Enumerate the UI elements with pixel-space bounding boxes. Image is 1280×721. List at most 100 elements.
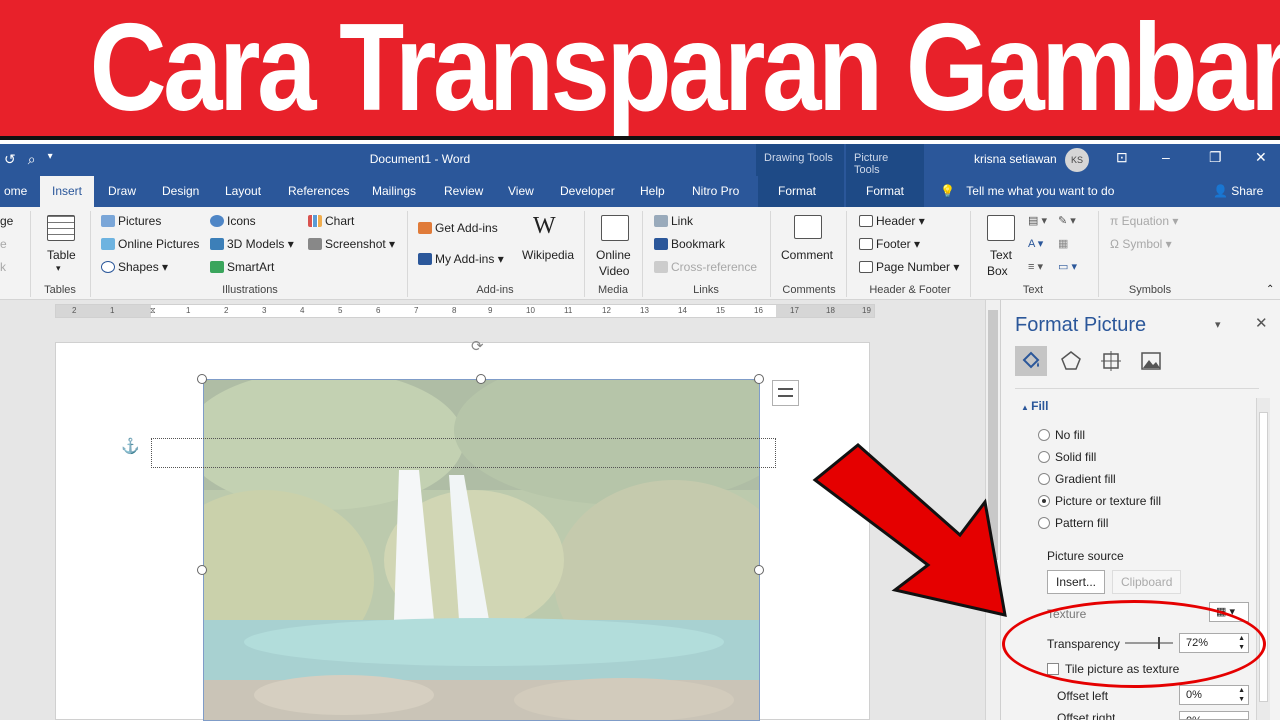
3d-models-button[interactable]: 3D Models ▾ [210,237,294,251]
signature-line-icon[interactable]: ✎ ▾ [1058,214,1076,227]
collapse-ribbon-icon[interactable]: ⌃ [1266,284,1274,295]
radio-no-fill[interactable]: No fill [1038,428,1085,442]
tab-view[interactable]: View [504,176,538,207]
effects-tab[interactable] [1055,346,1087,376]
waterfall-picture[interactable] [203,379,760,721]
online-video-button-line1[interactable]: Online [596,248,631,262]
table-button[interactable]: Table [47,248,76,262]
spinner-arrows-icon[interactable]: ▲ ▼ [1238,686,1245,704]
text-box-button-line2[interactable]: Box [987,264,1008,278]
radio-picture-texture-fill[interactable]: Picture or texture fill [1038,494,1161,508]
radio-button[interactable] [1038,473,1050,485]
text-box[interactable] [151,438,776,468]
offset-left-value[interactable]: 0% [1186,689,1202,701]
drop-cap-icon[interactable]: ≡ ▾ [1028,260,1043,273]
get-addins-button[interactable]: Get Add-ins [418,221,498,235]
tab-layout[interactable]: Layout [221,176,265,207]
date-time-icon[interactable]: ▦ [1058,237,1068,250]
resize-handle-top-right[interactable] [754,374,764,384]
offset-left-spinner[interactable]: 0% ▲ ▼ [1179,685,1249,705]
ribbon-cut-item-1[interactable]: ge [0,214,13,228]
radio-pattern-fill[interactable]: Pattern fill [1038,516,1108,530]
tab-review[interactable]: Review [440,176,487,207]
resize-handle-top[interactable] [476,374,486,384]
online-video-button-line2[interactable]: Video [599,264,629,278]
resize-handle-top-left[interactable] [197,374,207,384]
pane-options-chevron-icon[interactable]: ▾ [1215,318,1221,331]
smartart-button[interactable]: SmartArt [210,260,274,274]
fill-section-header[interactable]: ▲ Fill [1021,399,1048,413]
text-box-button-line1[interactable]: Text [990,248,1012,262]
share-button[interactable]: 👤 Share [1213,176,1263,207]
cross-reference-button[interactable]: Cross-reference [654,260,757,274]
resize-handle-right[interactable] [754,565,764,575]
link-label: Link [671,214,694,228]
tab-picture-format[interactable]: Format [846,176,924,207]
clipboard-button[interactable]: Clipboard [1112,570,1182,594]
close-icon[interactable]: ✕ [1255,149,1267,166]
pane-scrollbar-thumb[interactable] [1259,412,1268,702]
footer-button[interactable]: Footer ▾ [859,237,920,251]
screenshot-button[interactable]: Screenshot ▾ [308,237,395,251]
tab-developer[interactable]: Developer [556,176,619,207]
ribbon-display-options-icon[interactable]: ⊡ [1116,149,1128,166]
ruler-indent-marker[interactable]: ⧖ [150,306,156,316]
size-properties-tab[interactable] [1095,346,1127,376]
radio-button-selected[interactable] [1038,495,1050,507]
insert-picture-button[interactable]: Insert... [1047,570,1106,594]
page-number-button[interactable]: Page Number ▾ [859,260,959,274]
tab-mailings[interactable]: Mailings [368,176,420,207]
picture-tab[interactable] [1135,346,1167,376]
fill-line-tab[interactable] [1015,346,1047,376]
tab-insert[interactable]: Insert [40,176,95,207]
pictures-button[interactable]: Pictures [101,214,161,228]
radio-gradient-fill[interactable]: Gradient fill [1038,472,1116,486]
link-button[interactable]: Link [654,214,693,228]
symbol-button[interactable]: Ω Symbol ▾ [1110,237,1172,251]
horizontal-ruler[interactable]: 2 1 ⧖ 1 2 3 4 5 6 7 8 9 10 11 12 13 14 1… [55,304,875,318]
online-pictures-button[interactable]: Online Pictures [101,237,199,251]
avatar[interactable]: KS [1065,148,1089,172]
offset-right-value[interactable]: 0% [1186,715,1202,719]
tab-help[interactable]: Help [636,176,669,207]
object-icon[interactable]: ▭ ▾ [1058,260,1077,273]
tab-drawing-format[interactable]: Format [758,176,844,207]
quick-parts-icon[interactable]: ▤ ▾ [1028,214,1047,227]
rotate-handle-icon[interactable]: ⟳ [471,337,484,355]
document-page[interactable]: ⚓ ⟳ [55,338,870,721]
tab-home[interactable]: ome [0,176,31,207]
restore-icon[interactable]: ❐ [1209,149,1222,166]
ribbon-cut-item-2[interactable]: e [0,237,7,251]
shapes-button[interactable]: Shapes ▾ [101,260,168,274]
radio-button[interactable] [1038,451,1050,463]
radio-button[interactable] [1038,429,1050,441]
pane-scrollbar[interactable] [1256,398,1270,720]
wordart-icon[interactable]: A ▾ [1028,237,1043,250]
my-addins-button[interactable]: My Add-ins ▾ [418,252,504,266]
tab-design[interactable]: Design [158,176,203,207]
bookmark-button[interactable]: Bookmark [654,237,725,251]
icons-button[interactable]: Icons [210,214,256,228]
offset-right-spinner[interactable]: 0% [1179,711,1249,720]
radio-button[interactable] [1038,517,1050,529]
context-tab-drawing-tools: Drawing Tools [756,144,844,176]
tab-draw[interactable]: Draw [104,176,140,207]
radio-label: Pattern fill [1055,516,1109,530]
resize-handle-left[interactable] [197,565,207,575]
chart-button[interactable]: Chart [308,214,354,228]
close-pane-icon[interactable]: ✕ [1255,314,1268,332]
ribbon-cut-item-3[interactable]: k [0,260,6,274]
tab-nitro-pro[interactable]: Nitro Pro [688,176,743,207]
radio-solid-fill[interactable]: Solid fill [1038,450,1096,464]
pi-icon: π [1110,214,1122,228]
layout-options-button[interactable] [772,380,799,406]
tab-references[interactable]: References [284,176,353,207]
equation-button[interactable]: π Equation ▾ [1110,214,1178,228]
radio-label: No fill [1055,428,1086,442]
tell-me-search[interactable]: 💡 Tell me what you want to do [940,176,1114,207]
minimize-icon[interactable]: – [1162,149,1170,165]
wikipedia-button[interactable]: Wikipedia [522,248,574,262]
comment-button[interactable]: Comment [781,248,833,262]
user-name[interactable]: krisna setiawan [974,152,1057,166]
header-button[interactable]: Header ▾ [859,214,925,228]
